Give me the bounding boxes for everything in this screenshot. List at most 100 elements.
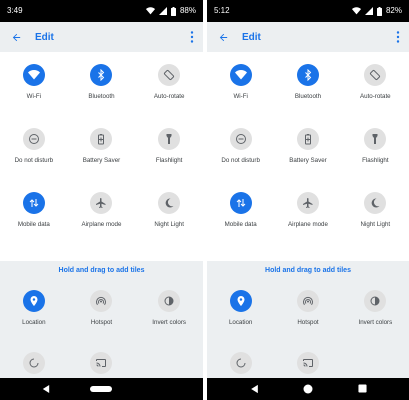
mobile-data-icon [22, 192, 45, 214]
overflow-menu-icon[interactable] [187, 29, 197, 45]
navigation-bar [0, 378, 203, 400]
airplane-icon [90, 192, 113, 214]
back-arrow-icon[interactable] [7, 28, 25, 46]
tile-wi-fi[interactable]: Wi-Fi [0, 64, 68, 128]
back-nav-icon[interactable] [42, 384, 50, 394]
page-title: Edit [35, 31, 54, 43]
tile-airplane-mode[interactable]: Airplane mode [68, 192, 136, 256]
tile-auto-rotate[interactable]: Auto-rotate [135, 64, 203, 128]
bluetooth-icon [296, 64, 319, 86]
tile-mobile-data[interactable]: Mobile data [0, 192, 68, 256]
navigation-bar [207, 378, 409, 400]
available-tiles-grid: Location Hotspot Invert colors [207, 290, 409, 378]
tile-flashlight[interactable]: Flashlight [135, 128, 203, 192]
night-light-icon [364, 192, 387, 214]
status-bar: 5:12 82% [207, 0, 409, 22]
home-nav-icon[interactable] [303, 384, 313, 394]
tile-label: Flashlight [362, 157, 389, 164]
bluetooth-icon [90, 64, 113, 86]
tile-mobile-data[interactable]: Mobile data [207, 192, 274, 256]
recents-nav-icon[interactable] [358, 384, 367, 393]
wifi-status-icon [145, 7, 155, 15]
quick-settings-edit-screen: Edit Wi-Fi Bluetooth Auto-rotate Do not … [207, 22, 409, 378]
cast-icon [90, 352, 113, 374]
tile-label: Invert colors [152, 319, 186, 326]
tile-label: Bluetooth [88, 93, 115, 100]
status-icons: 82% [351, 0, 402, 22]
overflow-menu-icon[interactable] [393, 29, 403, 45]
tile-battery-saver[interactable]: Battery Saver [274, 128, 341, 192]
wifi-status-icon [351, 7, 361, 15]
tile-do-not-disturb[interactable]: Do not disturb [207, 128, 274, 192]
tile-label: Bluetooth [294, 93, 322, 100]
tile-data-saver[interactable] [0, 352, 68, 378]
hotspot-icon [296, 290, 319, 312]
tile-bluetooth[interactable]: Bluetooth [274, 64, 341, 128]
tile-label: Wi-Fi [26, 93, 42, 100]
battery-status-icon [170, 6, 176, 16]
tile-flashlight[interactable]: Flashlight [342, 128, 409, 192]
edit-header: Edit [207, 22, 409, 52]
tile-night-light[interactable]: Night Light [342, 192, 409, 256]
phone-right: 5:12 82% Edit Wi-Fi Bluetooth Auto-rotat… [207, 0, 409, 400]
tile-hotspot[interactable]: Hotspot [274, 290, 341, 352]
do-not-disturb-icon [22, 128, 45, 150]
active-tiles-panel: Wi-Fi Bluetooth Auto-rotate Do not distu… [207, 52, 409, 261]
tile-battery-saver[interactable]: Battery Saver [68, 128, 136, 192]
auto-rotate-icon [364, 64, 387, 86]
location-icon [229, 290, 252, 312]
mobile-data-icon [229, 192, 252, 214]
tile-night-light[interactable]: Night Light [135, 192, 203, 256]
edit-header: Edit [0, 22, 203, 52]
quick-settings-edit-screen: Edit Wi-Fi Bluetooth Auto-rotate Do not … [0, 22, 203, 378]
tile-label: Auto-rotate [360, 93, 391, 100]
tile-data-saver[interactable] [207, 352, 274, 378]
status-bar: 3:49 88% [0, 0, 203, 22]
active-tiles-grid: Wi-Fi Bluetooth Auto-rotate Do not distu… [207, 64, 409, 256]
tile-label: Airplane mode [288, 221, 328, 228]
battery-percentage: 88% [179, 6, 196, 15]
tile-hotspot[interactable]: Hotspot [68, 290, 136, 352]
tile-cast[interactable] [274, 352, 341, 378]
status-time: 5:12 [214, 6, 230, 15]
home-pill-icon[interactable] [90, 386, 112, 392]
battery-saver-icon [296, 128, 319, 150]
battery-status-icon [376, 6, 382, 16]
active-tiles-panel: Wi-Fi Bluetooth Auto-rotate Do not distu… [0, 52, 203, 261]
tile-cast[interactable] [68, 352, 136, 378]
tile-label: Night Light [154, 221, 184, 228]
tile-label: Do not disturb [14, 157, 54, 164]
tile-label: Wi-Fi [233, 93, 248, 100]
tile-label: Mobile data [224, 221, 257, 228]
tile-label: Location [22, 319, 46, 326]
battery-saver-icon [90, 128, 113, 150]
tile-invert-colors[interactable]: Invert colors [342, 290, 409, 352]
night-light-icon [158, 192, 181, 214]
available-tiles-grid: Location Hotspot Invert colors [0, 290, 203, 378]
data-saver-icon [22, 352, 45, 374]
tile-invert-colors[interactable]: Invert colors [135, 290, 203, 352]
tile-label: Flashlight [155, 157, 183, 164]
tile-auto-rotate[interactable]: Auto-rotate [342, 64, 409, 128]
tile-wi-fi[interactable]: Wi-Fi [207, 64, 274, 128]
tile-label: Do not disturb [221, 157, 260, 164]
tile-label: Location [228, 319, 253, 326]
active-tiles-grid: Wi-Fi Bluetooth Auto-rotate Do not distu… [0, 64, 203, 256]
tile-label: Airplane mode [81, 221, 122, 228]
battery-percentage: 82% [385, 6, 402, 15]
tile-label: Hotspot [297, 319, 319, 326]
auto-rotate-icon [158, 64, 181, 86]
cast-icon [296, 352, 319, 374]
data-saver-icon [229, 352, 252, 374]
back-nav-icon[interactable] [250, 384, 259, 394]
tile-do-not-disturb[interactable]: Do not disturb [0, 128, 68, 192]
signal-status-icon [364, 7, 373, 15]
tile-bluetooth[interactable]: Bluetooth [68, 64, 136, 128]
tile-airplane-mode[interactable]: Airplane mode [274, 192, 341, 256]
tile-location[interactable]: Location [0, 290, 68, 352]
tile-location[interactable]: Location [207, 290, 274, 352]
do-not-disturb-icon [229, 128, 252, 150]
back-arrow-icon[interactable] [214, 28, 232, 46]
wifi-icon [22, 64, 45, 86]
wifi-icon [229, 64, 252, 86]
